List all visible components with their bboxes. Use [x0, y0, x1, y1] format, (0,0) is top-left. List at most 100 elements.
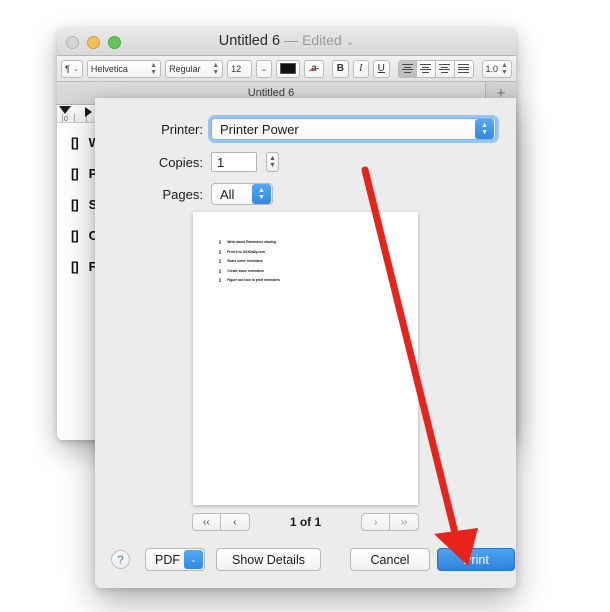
last-page-button[interactable]: ››: [390, 513, 420, 531]
cancel-button[interactable]: Cancel: [350, 548, 430, 571]
chevron-updown-icon: ▲ ▼: [475, 119, 494, 139]
stepper-down-icon[interactable]: ▼: [269, 162, 276, 169]
stepper-up-icon[interactable]: ▲: [269, 155, 276, 162]
checkbox-glyph: []: [219, 249, 222, 254]
print-label: Print: [463, 552, 489, 567]
checkbox-glyph: []: [71, 228, 79, 243]
chevron-down-icon[interactable]: ⌄: [184, 550, 203, 569]
remove-formatting-button[interactable]: a: [303, 59, 325, 78]
stepper-icon: ▲ ▼: [150, 61, 158, 76]
pdf-label: PDF: [155, 552, 180, 567]
chevron-left-icon: ‹: [233, 516, 237, 528]
bold-button[interactable]: B: [332, 59, 349, 78]
checkbox-glyph: []: [219, 268, 222, 273]
underline-button[interactable]: U: [373, 59, 390, 78]
checkbox-glyph: []: [71, 197, 79, 212]
font-family-select[interactable]: Helvetica ▲ ▼: [86, 59, 162, 78]
checkbox-glyph: []: [71, 259, 79, 274]
chevron-down-icon: ⌄: [72, 65, 79, 73]
preview-line-text: Create some reminders: [227, 268, 264, 273]
font-size-value: 12: [231, 63, 242, 74]
pager-next-group: › ››: [361, 513, 420, 531]
show-details-button[interactable]: Show Details: [216, 548, 321, 571]
chevron-updown-icon: ▲ ▼: [252, 184, 271, 204]
window-title: Untitled 6 — Edited ⌄: [57, 32, 516, 49]
pdf-menu-button[interactable]: PDF ⌄: [145, 548, 205, 571]
window-title-text: Untitled 6: [218, 33, 281, 49]
preview-line-text: Write about Reminders sharing: [227, 240, 277, 244]
double-chevron-left-icon: ‹‹: [202, 516, 210, 528]
checkbox-glyph: []: [219, 278, 222, 283]
printer-select[interactable]: Printer Power ▲ ▼: [211, 118, 496, 140]
print-button[interactable]: Print: [437, 548, 515, 571]
previous-page-button[interactable]: ‹: [220, 513, 250, 531]
line-spacing-value: 1.0: [485, 63, 499, 74]
stepper-icon: ▲ ▼: [212, 61, 220, 76]
checkbox-glyph: []: [219, 240, 222, 244]
color-swatch-icon: [279, 63, 296, 74]
print-dialog: Printer: Printer Power ▲ ▼ Copies: 1 ▲ ▼…: [95, 98, 516, 588]
pages-label: Pages:: [162, 186, 203, 202]
paragraph-style-menu[interactable]: ¶ ⌄: [61, 59, 83, 78]
line-spacing-select[interactable]: 1.0 ▲ ▼: [481, 59, 512, 78]
double-chevron-right-icon: ››: [400, 516, 408, 528]
format-toolbar: ¶ ⌄ Helvetica ▲ ▼ Regular ▲ ▼ 12 ⌄ a B I…: [57, 56, 516, 82]
font-family-value: Helvetica: [90, 63, 128, 74]
print-preview-content: [] Write about Reminders sharing [] Prin…: [193, 212, 418, 282]
window-titlebar[interactable]: Untitled 6 — Edited ⌄: [57, 28, 516, 56]
copies-input[interactable]: 1: [211, 152, 257, 172]
bold-icon: B: [336, 63, 344, 74]
pages-row: Pages: All ▲ ▼: [131, 183, 273, 205]
cancel-label: Cancel: [370, 552, 410, 567]
checkbox-glyph: []: [219, 259, 222, 264]
indent-marker-left-icon[interactable]: [59, 106, 71, 114]
help-button[interactable]: ?: [111, 550, 130, 569]
next-page-button[interactable]: ›: [361, 513, 391, 531]
printer-label: Printer:: [161, 121, 203, 137]
underline-icon: U: [377, 63, 385, 74]
preview-line: [] Create some reminders: [219, 269, 418, 273]
window-edited-label: Edited: [302, 32, 342, 48]
font-style-value: Regular: [169, 63, 201, 74]
paragraph-icon: ¶: [65, 63, 70, 74]
italic-icon: I: [359, 63, 363, 74]
stepper-icon: ▲ ▼: [501, 61, 508, 76]
pager-previous-group: ‹‹ ‹: [191, 513, 250, 531]
align-center-button[interactable]: [416, 59, 436, 78]
printer-row: Printer: Printer Power ▲ ▼: [131, 118, 496, 140]
align-right-button[interactable]: [435, 59, 455, 78]
align-left-button[interactable]: [397, 59, 417, 78]
align-justify-button[interactable]: [454, 59, 474, 78]
preview-line: [] Figure out how to print reminders: [219, 278, 418, 282]
preview-line: [] Share some reminders: [219, 259, 418, 263]
window-title-separator: —: [284, 32, 299, 48]
print-preview-page: [] Write about Reminders sharing [] Prin…: [193, 212, 418, 505]
font-size-menu-button[interactable]: ⌄: [256, 59, 272, 78]
preview-line-text: Share some reminders: [227, 259, 263, 264]
chevron-down-icon[interactable]: ⌄: [346, 37, 354, 48]
checkbox-glyph: []: [71, 135, 79, 150]
text-alignment-group: [397, 59, 474, 78]
dialog-button-bar: ? PDF ⌄ Show Details Cancel Print: [95, 548, 516, 572]
checkbox-glyph: []: [71, 166, 79, 181]
text-color-button[interactable]: [275, 59, 300, 78]
first-page-button[interactable]: ‹‹: [191, 513, 221, 531]
pages-select[interactable]: All ▲ ▼: [211, 183, 273, 205]
preview-line-text: Print it to OSXDaily.com: [227, 249, 265, 254]
copies-stepper[interactable]: ▲ ▼: [266, 152, 279, 172]
tab-stop-marker-icon[interactable]: [85, 107, 92, 117]
font-style-select[interactable]: Regular ▲ ▼: [165, 59, 224, 78]
preview-pager: ‹‹ ‹ 1 of 1 › ››: [95, 513, 516, 531]
question-mark-icon: ?: [117, 552, 124, 567]
italic-button[interactable]: I: [352, 59, 370, 78]
font-size-field[interactable]: 12: [227, 59, 253, 78]
chevron-down-icon: ⌄: [260, 64, 268, 73]
pages-value: All: [220, 186, 235, 202]
printer-value: Printer Power: [220, 121, 299, 137]
chevron-right-icon: ›: [374, 516, 378, 528]
preview-line: [] Print it to OSXDaily.com: [219, 250, 418, 254]
copies-label: Copies:: [158, 154, 203, 170]
copies-row: Copies: 1 ▲ ▼: [131, 152, 279, 172]
ruler-zero-label: 0: [64, 116, 68, 123]
page-count-label: 1 of 1: [289, 515, 322, 529]
